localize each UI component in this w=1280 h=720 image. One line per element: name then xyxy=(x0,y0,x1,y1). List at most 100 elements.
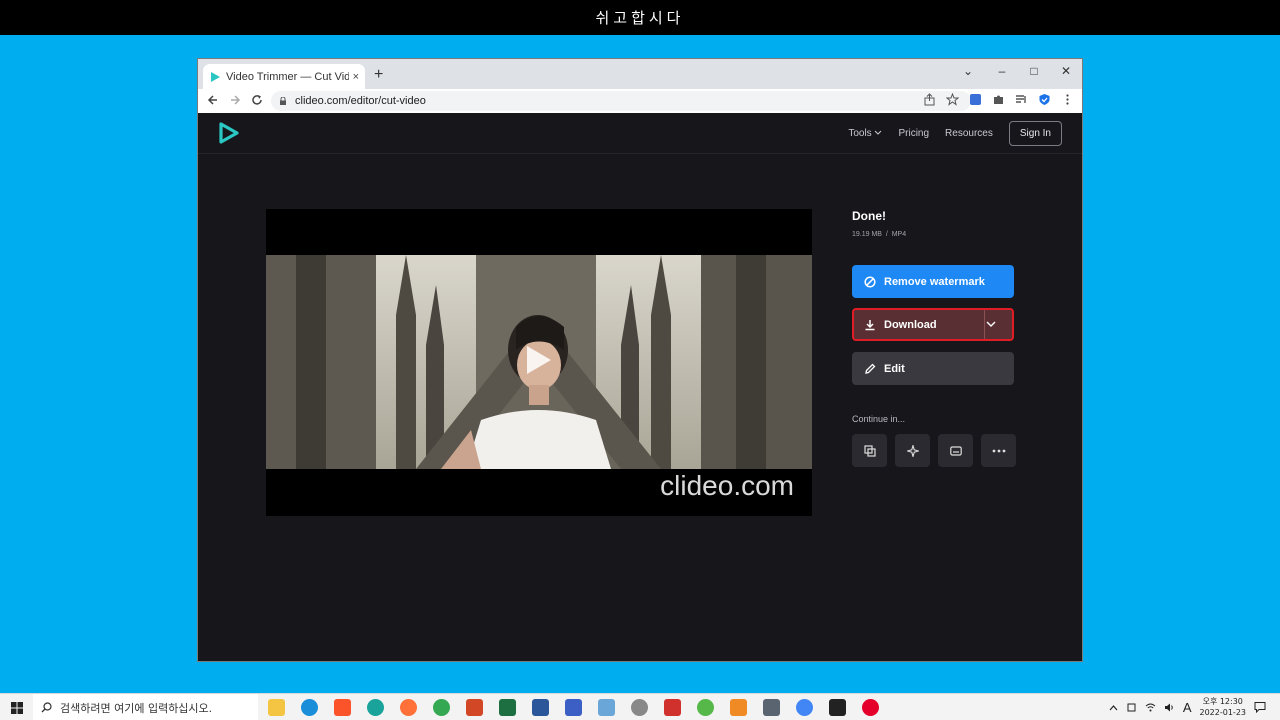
reading-list-icon[interactable] xyxy=(1015,93,1028,106)
tab-strip: Video Trimmer — Cut Video Or × + ⌄ – □ ✕ xyxy=(198,59,1082,89)
tab-search-icon[interactable]: ⌄ xyxy=(952,59,984,83)
subtitles-tool-button[interactable] xyxy=(938,434,973,467)
new-tab-button[interactable]: + xyxy=(374,64,383,86)
firefox-icon[interactable] xyxy=(400,699,417,716)
ad-block-extension-icon[interactable] xyxy=(969,93,982,106)
sparkle-icon xyxy=(906,444,919,457)
clideo-logo-icon[interactable] xyxy=(218,122,240,144)
download-button[interactable]: Download xyxy=(852,308,1014,341)
clock-date: 2022-01-23 xyxy=(1199,708,1247,717)
edit-button[interactable]: Edit xyxy=(852,352,1014,385)
chrome-beta-icon[interactable] xyxy=(796,699,813,716)
effects-tool-button[interactable] xyxy=(895,434,930,467)
reload-button[interactable] xyxy=(246,94,268,109)
browser-window: Video Trimmer — Cut Video Or × + ⌄ – □ ✕… xyxy=(197,58,1083,662)
nav-resources[interactable]: Resources xyxy=(945,128,993,139)
system-tray: A 오후 12:30 2022-01-23 xyxy=(1109,696,1266,718)
file-explorer-icon[interactable] xyxy=(268,699,285,716)
play-icon[interactable] xyxy=(525,344,553,376)
shield-extension-icon[interactable] xyxy=(1038,93,1051,106)
extension-icons xyxy=(923,93,1074,106)
clideo-favicon-icon xyxy=(211,71,220,82)
site-header: Tools Pricing Resources Sign In xyxy=(198,113,1082,154)
tab-close-icon[interactable]: × xyxy=(353,71,359,83)
taskbar-search[interactable]: 검색하려면 여기에 입력하십시오. xyxy=(33,694,258,720)
no-sign-icon xyxy=(864,275,876,288)
file-format: MP4 xyxy=(891,231,907,238)
clideo-page: Tools Pricing Resources Sign In clideo.c… xyxy=(198,113,1082,661)
pinned-apps xyxy=(268,699,879,716)
app-green-icon[interactable] xyxy=(697,699,714,716)
close-window-button[interactable]: ✕ xyxy=(1050,59,1082,83)
start-button[interactable] xyxy=(0,694,33,720)
merge-tool-button[interactable] xyxy=(852,434,887,467)
tab-title: Video Trimmer — Cut Video Or xyxy=(226,70,349,83)
app-s-icon[interactable] xyxy=(367,699,384,716)
remove-watermark-button[interactable]: Remove watermark xyxy=(852,265,1014,298)
speaker-icon[interactable] xyxy=(1164,702,1175,713)
windows-logo-icon xyxy=(10,701,23,714)
file-size: 19.19 MB xyxy=(852,231,882,238)
snipping-tool-icon[interactable] xyxy=(631,699,648,716)
bookmark-star-icon[interactable] xyxy=(946,93,959,106)
clock[interactable]: 오후 12:30 2022-01-23 xyxy=(1200,696,1247,718)
vlc-icon[interactable] xyxy=(730,699,747,716)
brave-icon[interactable] xyxy=(334,699,351,716)
status-title: Done! xyxy=(852,209,886,223)
remove-watermark-label: Remove watermark xyxy=(884,275,985,288)
opera-icon[interactable] xyxy=(862,699,879,716)
app-se-icon[interactable] xyxy=(664,699,681,716)
back-arrow-icon xyxy=(207,94,217,105)
chevron-up-icon[interactable] xyxy=(1109,704,1118,711)
continue-in-tools xyxy=(852,434,1016,467)
forward-arrow-icon xyxy=(231,94,241,105)
network-device-icon[interactable] xyxy=(1126,702,1137,713)
url-text: clideo.com/editor/cut-video xyxy=(295,95,426,107)
edit-label: Edit xyxy=(884,362,905,375)
top-banner: 쉬고합시다 xyxy=(0,0,1280,35)
ime-indicator[interactable]: A xyxy=(1183,700,1192,715)
notification-icon[interactable] xyxy=(1254,701,1266,713)
back-button[interactable] xyxy=(202,94,224,109)
site-nav: Tools Pricing Resources Sign In xyxy=(848,121,1062,146)
share-icon[interactable] xyxy=(923,93,936,106)
lock-icon xyxy=(280,97,286,105)
export-panel: Done! 19.19 MB / MP4 Remove watermark Do… xyxy=(852,209,1016,467)
more-tools-button[interactable] xyxy=(981,434,1016,467)
powerpoint-icon[interactable] xyxy=(466,699,483,716)
url-field[interactable]: clideo.com/editor/cut-video xyxy=(271,91,971,111)
nav-tools[interactable]: Tools xyxy=(848,128,882,139)
minimize-button[interactable]: – xyxy=(986,59,1018,83)
more-dots-icon xyxy=(992,449,1005,452)
calculator-icon[interactable] xyxy=(763,699,780,716)
chevron-down-icon[interactable] xyxy=(986,320,996,328)
forward-button[interactable] xyxy=(224,94,246,109)
windows-taskbar: 검색하려면 여기에 입력하십시오. A 오후 12:30 2022-01-23 xyxy=(0,693,1280,720)
maximize-button[interactable]: □ xyxy=(1018,59,1050,83)
file-meta: 19.19 MB / MP4 xyxy=(852,231,1014,238)
meta-separator: / xyxy=(885,231,888,238)
kebab-menu-icon[interactable] xyxy=(1061,93,1074,106)
hwp-icon[interactable] xyxy=(565,699,582,716)
chevron-down-icon xyxy=(875,130,882,135)
reload-icon xyxy=(252,94,262,105)
video-preview[interactable]: clideo.com xyxy=(266,209,812,516)
word-icon[interactable] xyxy=(532,699,549,716)
excel-icon[interactable] xyxy=(499,699,516,716)
nav-pricing[interactable]: Pricing xyxy=(898,128,929,139)
screen-capture-icon[interactable] xyxy=(598,699,615,716)
subtitles-icon xyxy=(949,445,962,456)
browser-tab[interactable]: Video Trimmer — Cut Video Or × xyxy=(203,64,365,89)
pencil-icon xyxy=(865,363,876,374)
chrome-icon[interactable] xyxy=(433,699,450,716)
top-banner-text: 쉬고합시다 xyxy=(595,9,685,27)
clock-time: 오후 12:30 xyxy=(1202,697,1243,706)
search-icon xyxy=(41,702,52,713)
sign-in-button[interactable]: Sign In xyxy=(1008,121,1062,146)
download-icon xyxy=(865,319,875,330)
edge-icon[interactable] xyxy=(301,699,318,716)
sticky-notes-icon[interactable] xyxy=(829,699,846,716)
continue-in-label: Continue in... xyxy=(852,414,906,424)
wifi-icon[interactable] xyxy=(1145,702,1156,713)
puzzle-extensions-icon[interactable] xyxy=(992,93,1005,106)
